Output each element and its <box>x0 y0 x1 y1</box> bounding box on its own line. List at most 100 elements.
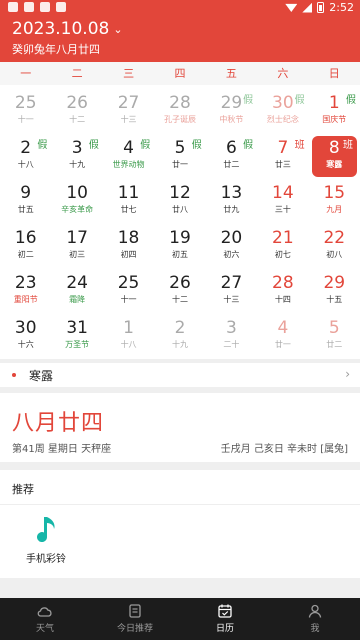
day-number: 14 <box>272 183 294 203</box>
day-cell[interactable]: 23 重阳节 <box>0 271 51 316</box>
day-cell[interactable]: 3 十九假 <box>51 136 102 181</box>
lunar-label: 初七 <box>274 250 291 259</box>
day-cell[interactable]: 10 辛亥革命 <box>51 181 102 226</box>
tab-label: 日历 <box>215 624 234 634</box>
lunar-label: 初八 <box>326 250 343 259</box>
signal-icon <box>302 2 313 13</box>
day-cell[interactable]: 30 烈士纪念假 <box>257 91 308 136</box>
day-number: 27 <box>220 273 243 293</box>
day-cell[interactable]: 27 十三 <box>103 91 154 136</box>
tab-label: 我 <box>310 624 320 634</box>
day-cell[interactable]: 28 孔子诞辰 <box>154 91 205 136</box>
day-cell[interactable]: 25 十一 <box>103 271 154 316</box>
solar-term-row[interactable]: 寒露 › <box>0 363 360 387</box>
day-cell[interactable]: 4 世界动物假 <box>103 136 154 181</box>
day-cell[interactable]: 7 廿三班 <box>257 136 308 181</box>
day-cell[interactable]: 20 初六 <box>206 226 257 271</box>
lunar-label: 孔子诞辰 <box>163 115 196 124</box>
lunar-label: 寒露 <box>326 160 343 169</box>
weekday-label: 三 <box>123 67 135 80</box>
day-cell[interactable]: 1 十八 <box>103 316 154 361</box>
holiday-badge: 假 <box>294 95 305 106</box>
day-number: 13 <box>220 183 243 203</box>
day-cell[interactable]: 5 廿一假 <box>154 136 205 181</box>
day-cell[interactable]: 28 十四 <box>257 271 308 316</box>
day-cell[interactable]: 21 初七 <box>257 226 308 271</box>
cat-icon <box>24 2 34 12</box>
day-cell[interactable]: 26 十二 <box>51 91 102 136</box>
day-cell[interactable]: 15 九月 <box>309 181 360 226</box>
lunar-label: 十一 <box>17 115 34 124</box>
day-cell[interactable]: 1 国庆节假 <box>309 91 360 136</box>
lunar-label: 万圣节 <box>65 340 90 349</box>
day-cell-selected[interactable]: 8 寒露班 <box>311 136 357 177</box>
day-cell[interactable]: 30 十六 <box>0 316 51 361</box>
lunar-label: 初四 <box>120 250 137 259</box>
chevron-right-icon: › <box>345 367 350 381</box>
lunar-label: 十四 <box>274 295 291 304</box>
lunar-label: 廿一 <box>274 340 291 349</box>
lunar-label: 烈士纪念 <box>266 115 299 124</box>
day-cell[interactable]: 11 廿七 <box>103 181 154 226</box>
lunar-label: 九月 <box>326 205 343 214</box>
day-cell[interactable]: 26 十二 <box>154 271 205 316</box>
day-cell[interactable]: 17 初三 <box>51 226 102 271</box>
tab-label: 今日推荐 <box>116 624 153 634</box>
system-icons: 2:52 <box>285 1 354 14</box>
lunar-label: 十六 <box>17 340 34 349</box>
tab-recommend[interactable]: 今日推荐 <box>90 598 180 640</box>
day-cell[interactable]: 5 廿二 <box>309 316 360 361</box>
day-number: 4 <box>277 318 289 338</box>
day-cell[interactable]: 2 十八假 <box>0 136 51 181</box>
lunar-label: 十三 <box>223 295 240 304</box>
day-cell[interactable]: 2 十九 <box>154 316 205 361</box>
recommend-icon <box>129 604 141 618</box>
day-cell[interactable]: 6 廿二假 <box>206 136 257 181</box>
lunar-label: 十五 <box>326 295 343 304</box>
recommend-title: 推荐 <box>12 483 34 496</box>
chevron-down-icon: ⌄ <box>113 22 123 36</box>
day-cell[interactable]: 3 二十 <box>206 316 257 361</box>
day-number: 5 <box>328 318 340 338</box>
day-cell[interactable]: 24 霜降 <box>51 271 102 316</box>
day-number: 26 <box>66 93 88 113</box>
day-cell[interactable]: 4 廿一 <box>257 316 308 361</box>
day-cell[interactable]: 31 万圣节 <box>51 316 102 361</box>
weekday-header: 一二三四五六日 <box>0 62 360 85</box>
holiday-badge: 假 <box>140 140 151 151</box>
tab-calendar[interactable]: 日历 <box>180 598 270 640</box>
lunar-label: 十一 <box>120 295 137 304</box>
gallery-icon <box>8 2 18 12</box>
weekday-label: 一 <box>20 67 32 80</box>
lunar-label: 廿五 <box>17 205 34 214</box>
day-cell[interactable]: 29 十五 <box>309 271 360 316</box>
day-cell[interactable]: 27 十三 <box>206 271 257 316</box>
lunar-label: 初六 <box>223 250 240 259</box>
clock: 2:52 <box>329 1 354 14</box>
tab-profile[interactable]: 我 <box>270 598 360 640</box>
date-picker[interactable]: 2023.10.08 ⌄ <box>12 19 123 39</box>
ganzhi-info: 壬戌月 己亥日 辛未时 [属兔] <box>220 444 348 455</box>
day-cell[interactable]: 16 初二 <box>0 226 51 271</box>
battery-icon <box>317 2 325 13</box>
lunar-label: 十八 <box>120 340 137 349</box>
day-cell[interactable]: 19 初五 <box>154 226 205 271</box>
day-number: 21 <box>272 228 294 248</box>
day-cell[interactable]: 18 初四 <box>103 226 154 271</box>
lunar-label: 廿七 <box>120 205 137 214</box>
tab-weather[interactable]: 天气 <box>0 598 90 640</box>
day-cell[interactable]: 25 十一 <box>0 91 51 136</box>
bag-icon <box>40 2 50 12</box>
day-cell[interactable]: 14 三十 <box>257 181 308 226</box>
day-cell[interactable]: 13 廿九 <box>206 181 257 226</box>
ringtone-item[interactable]: 手机彩铃 <box>16 514 76 570</box>
day-number: 11 <box>117 183 140 203</box>
day-cell[interactable]: 12 廿八 <box>154 181 205 226</box>
day-cell[interactable]: 9 廿五 <box>0 181 51 226</box>
day-cell[interactable]: 29 中秋节假 <box>206 91 257 136</box>
dot-icon <box>12 373 16 377</box>
day-cell[interactable]: 22 初八 <box>309 226 360 271</box>
day-number: 27 <box>117 93 140 113</box>
day-number: 31 <box>66 318 88 338</box>
day-number: 10 <box>66 183 88 203</box>
